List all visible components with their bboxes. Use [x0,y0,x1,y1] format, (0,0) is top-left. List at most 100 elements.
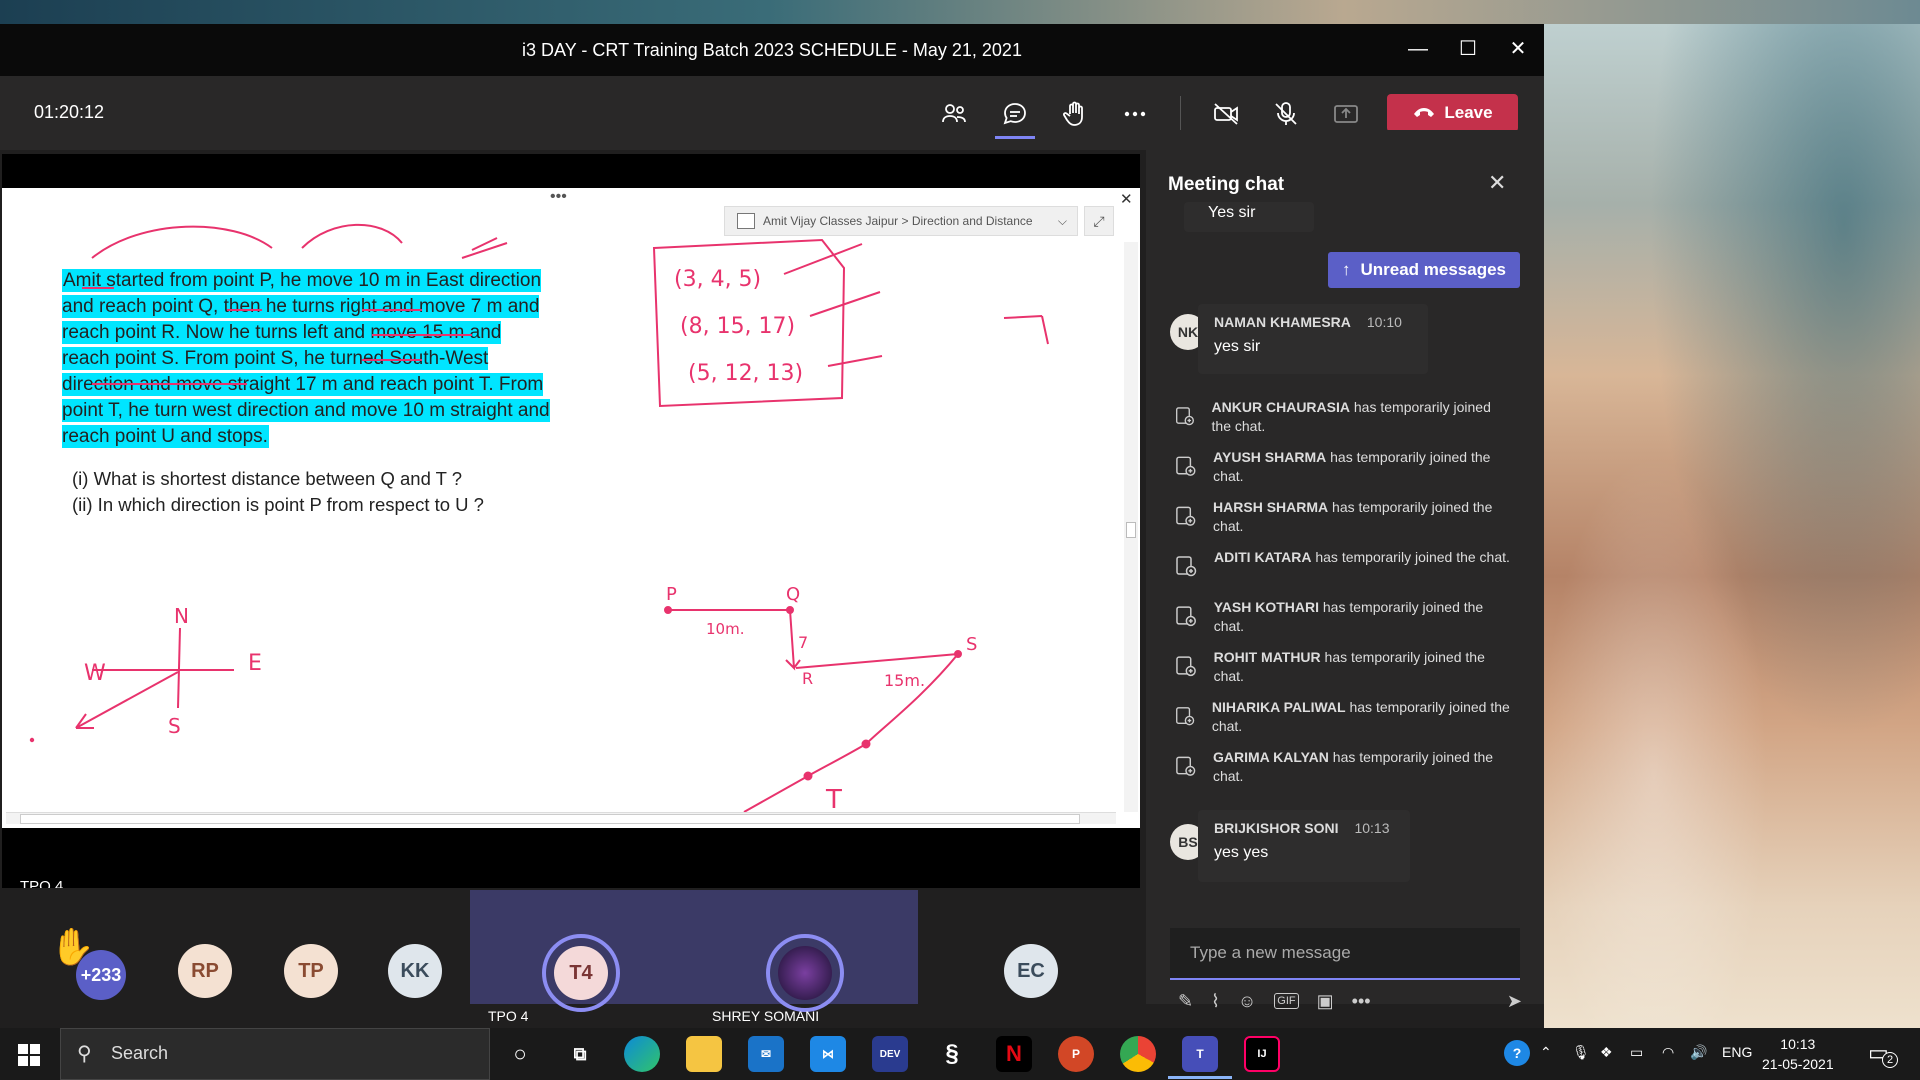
system-name: GARIMA KALYAN [1212,749,1329,765]
unread-label: Unread messages [1360,260,1507,279]
format-icon[interactable]: ✎ [1178,991,1193,1012]
path-r-s [795,653,959,669]
horizontal-scroll-thumb[interactable] [20,814,1080,824]
system-name: ADITI KATARA [1214,549,1312,565]
teams-active-indicator [1168,1076,1232,1079]
more-icon[interactable]: ••• [1352,991,1371,1012]
path-label-r: R [802,669,813,688]
sticker-icon[interactable]: ▣ [1317,991,1334,1012]
vertical-scroll-thumb[interactable] [1126,522,1136,538]
ink-triple-2: (8, 15, 17) [680,314,795,339]
raise-hand-icon[interactable] [1055,94,1095,134]
edge-icon[interactable] [624,1036,660,1072]
leave-label: Leave [1444,103,1493,122]
system-message: GARIMA KALYAN has temporarily joined the… [1174,748,1514,786]
camera-off-icon[interactable] [1206,94,1246,134]
gif-icon[interactable]: GIF [1274,993,1299,1009]
system-message: NIHARIKA PALIWAL has temporarily joined … [1174,698,1514,736]
intellij-icon[interactable]: IJ [1244,1036,1280,1072]
toolbar-separator [1180,96,1181,132]
compass-n: N [174,604,189,628]
vscode-icon[interactable]: ⋈ [810,1036,846,1072]
path-label-s: S [966,634,977,655]
tray-chevron-icon[interactable]: ⌃ [1540,1044,1552,1061]
cortana-icon[interactable]: ○ [502,1036,538,1072]
vertical-scrollbar[interactable] [1124,242,1138,812]
participant-photo-shrey[interactable] [778,946,832,1000]
netflix-icon[interactable]: N [996,1036,1032,1072]
chat-join-icon [1176,606,1196,627]
horizontal-scrollbar[interactable] [6,812,1116,824]
participants-icon[interactable] [934,94,974,134]
path-s-t [743,653,959,813]
chat-message: BRIJKISHOR SONI 10:13 yes yes [1198,810,1410,882]
chat-join-icon [1176,707,1195,726]
installer-icon[interactable]: § [934,1036,970,1072]
system-message: AYUSH SHARMA has temporarily joined the … [1174,448,1514,486]
attach-icon[interactable]: ⌇ [1211,991,1220,1012]
participant-avatar-rp[interactable]: RP [178,944,232,998]
message-input[interactable] [1170,928,1520,978]
ink-tick-1 [783,243,863,275]
tile-name-tpo4: TPO 4 [488,1008,529,1024]
participant-avatar-tp[interactable]: TP [284,944,338,998]
close-window-button[interactable]: ✕ [1498,32,1538,66]
more-icon[interactable] [1115,94,1155,134]
ink-stroke-1 [461,242,508,259]
send-icon[interactable]: ➤ [1507,991,1522,1012]
task-view-icon[interactable]: ⧉ [562,1036,598,1072]
search-label: Search [111,1043,169,1063]
chat-join-icon [1176,656,1196,677]
help-icon[interactable]: ? [1504,1040,1530,1066]
participant-avatar-ec[interactable]: EC [1004,944,1058,998]
chat-title: Meeting chat [1168,174,1285,195]
compass-e: E [248,651,262,676]
chrome-icon[interactable] [1120,1036,1156,1072]
message-sender: BRIJKISHOR SONI [1214,820,1339,836]
share-tray-icon[interactable] [1326,94,1366,134]
windows-start-icon[interactable] [18,1044,40,1071]
system-message: HARSH SHARMA has temporarily joined the … [1174,498,1514,536]
desktop-wallpaper [1540,24,1920,1028]
mic-icon[interactable]: 🎙 [1572,1044,1590,1061]
mic-off-icon[interactable] [1266,94,1306,134]
devcpp-icon[interactable]: DEV [872,1036,908,1072]
compass-arrowhead [75,713,94,729]
chat-icon[interactable] [995,94,1035,134]
participant-avatar-t4[interactable]: T4 [554,946,608,1000]
compass-w: W [84,661,106,686]
emoji-icon[interactable]: ☺ [1238,991,1256,1012]
taskbar-search[interactable]: ⚲ Search [60,1028,490,1080]
file-explorer-icon[interactable] [686,1036,722,1072]
minimize-button[interactable]: — [1398,32,1438,66]
partial-message-card: Yes sir [1184,202,1314,232]
ink-dot [29,737,35,743]
chat-join-icon [1176,456,1196,476]
window-title: i3 DAY - CRT Training Batch 2023 SCHEDUL… [522,40,1022,60]
ink-arc-2 [301,223,403,249]
close-chat-icon[interactable]: ✕ [1488,170,1506,196]
system-name: NIHARIKA PALIWAL [1211,699,1346,715]
participant-avatar-kk[interactable]: KK [388,944,442,998]
ink-triple-1: (3, 4, 5) [674,267,761,292]
compose-box[interactable] [1170,928,1520,980]
wifi-icon[interactable]: ◠ [1662,1044,1674,1061]
leave-button[interactable]: Leave [1387,94,1518,132]
system-clock[interactable]: 10:13 21-05-2021 [1762,1034,1834,1074]
message-time: 10:10 [1366,314,1402,330]
maximize-button[interactable]: ☐ [1448,32,1488,66]
dropbox-icon[interactable]: ❖ [1600,1044,1613,1061]
notification-count: 2 [1882,1052,1898,1068]
ink-annotations: (3, 4, 5) (8, 15, 17) (5, 12, 13) W E N … [29,223,1049,815]
search-icon: ⚲ [77,1043,92,1065]
system-message: ROHIT MATHUR has temporarily joined the … [1174,648,1514,686]
language-indicator[interactable]: ENG [1722,1044,1752,1060]
battery-icon[interactable]: ▭ [1630,1044,1643,1061]
chat-join-icon [1176,407,1194,426]
teams-icon[interactable]: T [1182,1036,1218,1072]
unread-messages-button[interactable]: ↑ Unread messages [1328,252,1520,288]
mail-icon[interactable]: ✉ [748,1036,784,1072]
powerpoint-icon[interactable]: P [1058,1036,1094,1072]
notification-center-icon[interactable]: ▭ 2 [1868,1040,1898,1068]
volume-icon[interactable]: 🔊 [1690,1044,1707,1061]
